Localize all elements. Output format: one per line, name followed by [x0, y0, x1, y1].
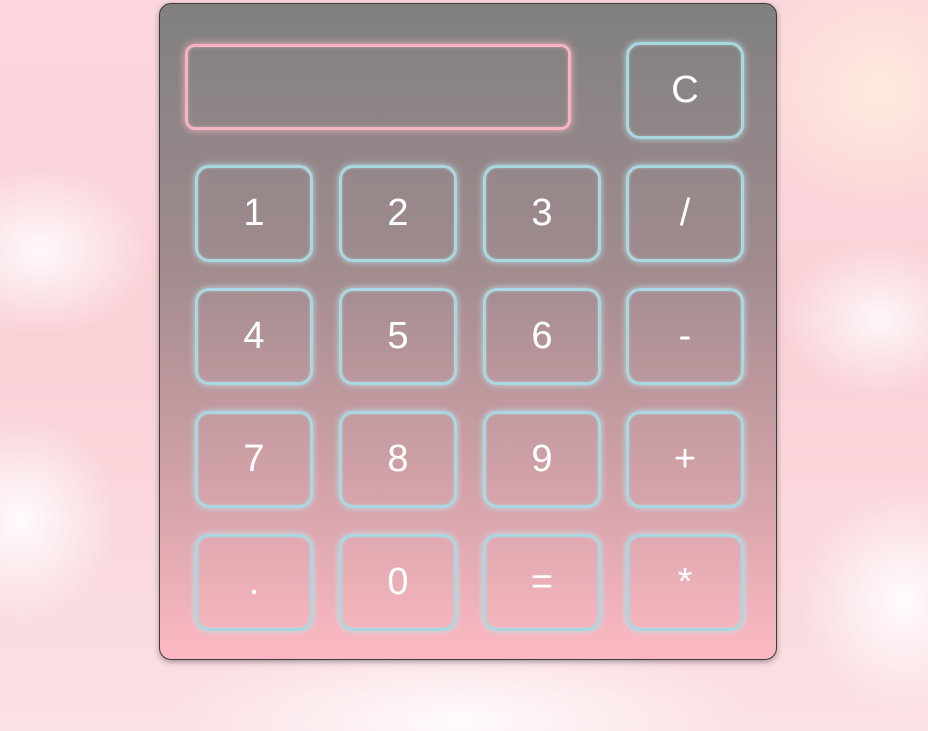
divide-button[interactable]: / [626, 165, 744, 262]
calculator-panel: C 1 2 3 / 4 5 6 - 7 8 9 + . 0 = * [159, 3, 777, 660]
digit-4-button[interactable]: 4 [195, 288, 313, 385]
digit-0-button[interactable]: 0 [339, 534, 457, 631]
digit-6-button[interactable]: 6 [483, 288, 601, 385]
equals-button[interactable]: = [483, 534, 601, 631]
decimal-point-button[interactable]: . [195, 534, 313, 631]
calculator-display[interactable] [185, 44, 571, 130]
digit-2-button[interactable]: 2 [339, 165, 457, 262]
digit-3-button[interactable]: 3 [483, 165, 601, 262]
digit-7-button[interactable]: 7 [195, 411, 313, 508]
multiply-button[interactable]: * [626, 534, 744, 631]
digit-1-button[interactable]: 1 [195, 165, 313, 262]
add-button[interactable]: + [626, 411, 744, 508]
digit-5-button[interactable]: 5 [339, 288, 457, 385]
digit-8-button[interactable]: 8 [339, 411, 457, 508]
clear-button[interactable]: C [626, 42, 744, 139]
digit-9-button[interactable]: 9 [483, 411, 601, 508]
subtract-button[interactable]: - [626, 288, 744, 385]
